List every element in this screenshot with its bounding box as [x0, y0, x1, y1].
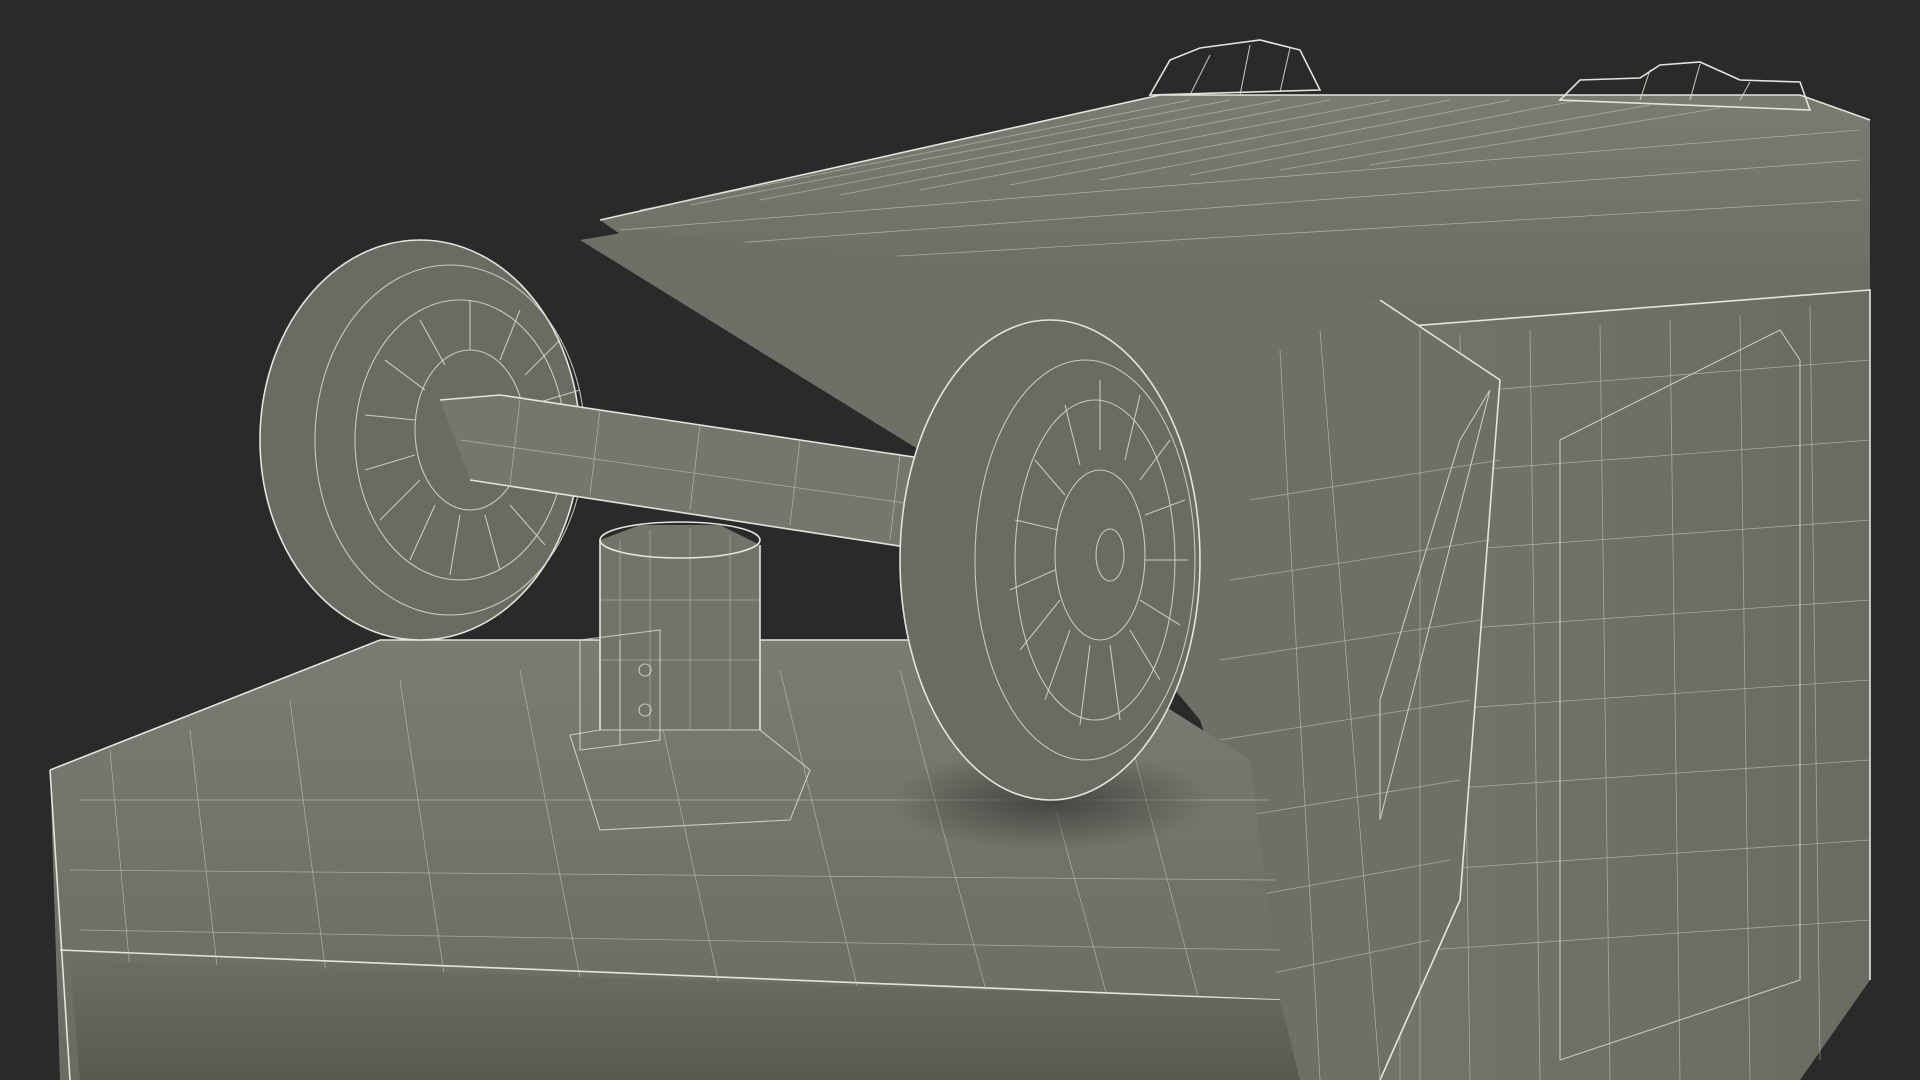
latch-tab-left	[1148, 39, 1322, 96]
right-wheel	[899, 319, 1201, 801]
wireframe-render	[49, 39, 1871, 1080]
